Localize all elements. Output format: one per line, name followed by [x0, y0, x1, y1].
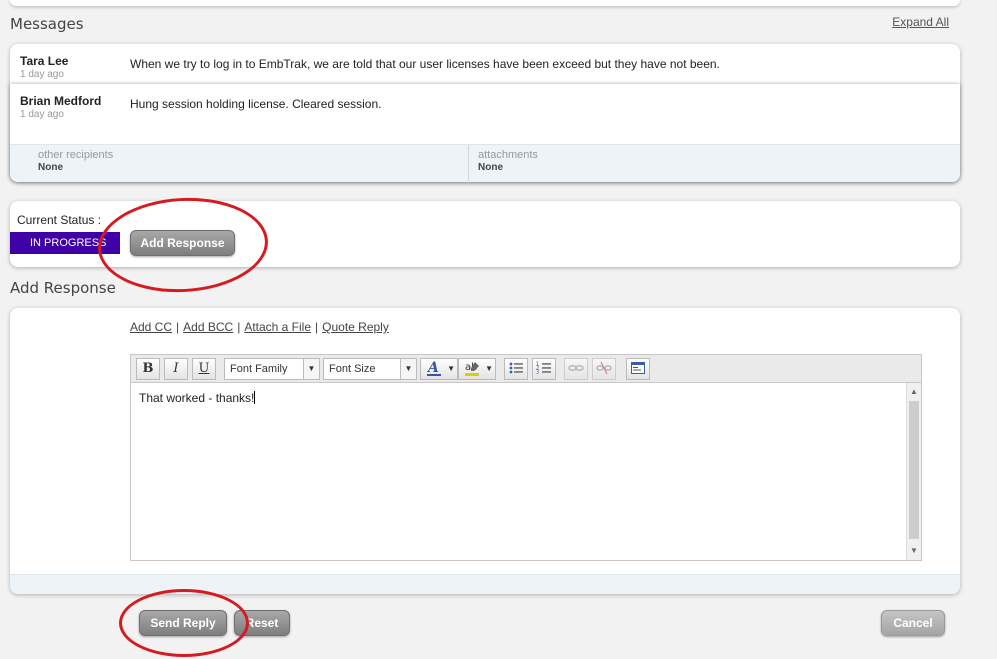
- chevron-down-icon: ▼: [400, 359, 416, 379]
- editor-content[interactable]: That worked - thanks!: [139, 391, 256, 405]
- chevron-down-icon: ▼: [303, 359, 319, 379]
- message-body: When we try to log in to EmbTrak, we are…: [130, 57, 720, 71]
- add-cc-link[interactable]: Add CC: [130, 320, 172, 334]
- previous-panel-edge: [10, 0, 960, 6]
- chevron-down-icon: ▼: [447, 364, 455, 373]
- svg-text:3: 3: [536, 370, 539, 376]
- cancel-button[interactable]: Cancel: [881, 610, 945, 636]
- message-author: Tara Lee: [20, 54, 69, 68]
- scrollbar-thumb[interactable]: [909, 401, 919, 539]
- message-body: Hung session holding license. Cleared se…: [130, 97, 382, 111]
- chevron-down-icon: ▼: [485, 364, 493, 373]
- unlink-icon: [596, 361, 612, 375]
- bullet-list-button[interactable]: [504, 358, 528, 380]
- current-status-label: Current Status :: [17, 213, 102, 227]
- other-recipients-value: None: [38, 162, 63, 173]
- editor-toolbar: B I U Font Family ▼ Font Size ▼ A ▼ ab ▼…: [131, 355, 921, 383]
- source-code-icon: [631, 362, 645, 374]
- source-code-button[interactable]: [626, 358, 650, 380]
- font-color-button[interactable]: A ▼: [420, 358, 458, 380]
- message-item[interactable]: Brian Medford 1 day ago Hung session hol…: [10, 84, 960, 134]
- message-item[interactable]: Tara Lee 1 day ago When we try to log in…: [10, 44, 960, 84]
- numbered-list-button[interactable]: 123: [532, 358, 556, 380]
- bullet-list-icon: [509, 362, 523, 374]
- add-bcc-link[interactable]: Add BCC: [183, 320, 233, 334]
- editor-text: That worked - thanks!: [139, 391, 255, 405]
- highlight-button[interactable]: ab ▼: [458, 358, 496, 380]
- unlink-button[interactable]: [592, 358, 616, 380]
- underline-button[interactable]: U: [192, 358, 216, 380]
- message-meta-row: other recipients None attachments None: [10, 144, 960, 183]
- message-author: Brian Medford: [20, 94, 102, 108]
- message-time: 1 day ago: [20, 109, 64, 120]
- link-icon: [568, 365, 584, 371]
- messages-title: Messages: [10, 15, 84, 33]
- send-reply-button[interactable]: Send Reply: [139, 610, 227, 636]
- bold-button[interactable]: B: [136, 358, 160, 380]
- response-card-footer: [10, 574, 960, 594]
- italic-button[interactable]: I: [164, 358, 188, 380]
- message-time: 1 day ago: [20, 69, 64, 80]
- font-size-value: Font Size: [329, 363, 376, 375]
- text-caret: [254, 391, 256, 404]
- scroll-up-icon[interactable]: ▲: [907, 385, 921, 399]
- reset-button[interactable]: Reset: [234, 610, 290, 636]
- other-recipients: other recipients None: [38, 149, 113, 173]
- status-badge: IN PROGRESS: [10, 232, 120, 254]
- highlight-icon: ab: [465, 362, 479, 376]
- scroll-down-icon[interactable]: ▼: [907, 544, 921, 558]
- add-response-title: Add Response: [10, 279, 116, 297]
- font-color-icon: A: [426, 360, 441, 376]
- expand-all-link[interactable]: Expand All: [892, 15, 949, 29]
- numbered-list-icon: 123: [536, 362, 551, 376]
- font-family-value: Font Family: [230, 363, 288, 375]
- attachments-label: attachments: [478, 149, 538, 161]
- attachments: attachments None: [478, 149, 538, 173]
- font-size-select[interactable]: Font Size ▼: [323, 358, 417, 380]
- svg-text:A: A: [426, 360, 439, 376]
- font-family-select[interactable]: Font Family ▼: [224, 358, 320, 380]
- add-response-button[interactable]: Add Response: [130, 230, 235, 256]
- rich-text-editor[interactable]: B I U Font Family ▼ Font Size ▼ A ▼ ab ▼…: [130, 354, 922, 561]
- other-recipients-label: other recipients: [38, 149, 114, 161]
- attachments-value: None: [478, 162, 503, 173]
- attach-file-link[interactable]: Attach a File: [244, 320, 311, 334]
- insert-link-button[interactable]: [564, 358, 588, 380]
- editor-scrollbar[interactable]: ▲ ▼: [906, 383, 921, 560]
- response-links: Add CC | Add BCC | Attach a File | Quote Reply: [130, 320, 389, 334]
- quote-reply-link[interactable]: Quote Reply: [322, 320, 389, 334]
- meta-divider: [468, 145, 469, 183]
